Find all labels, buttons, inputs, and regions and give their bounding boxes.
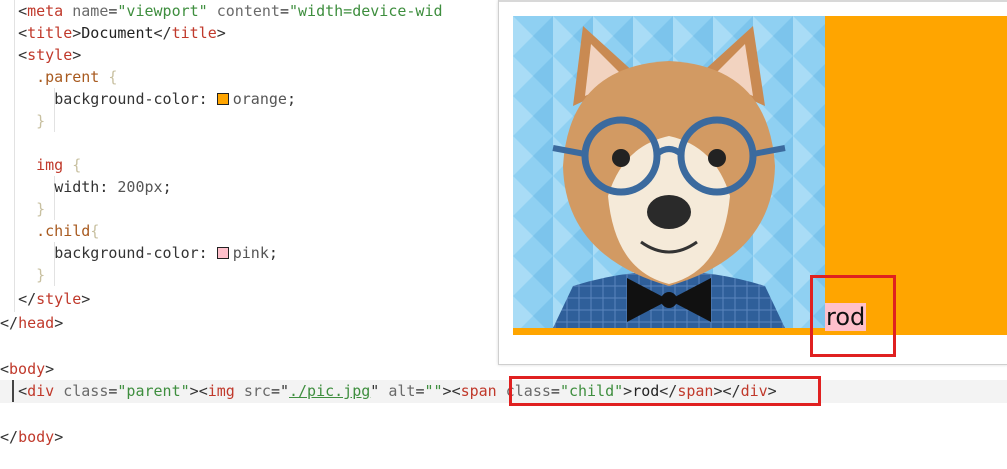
code-line-14[interactable]: </style> — [0, 288, 90, 310]
code-highlight-box — [509, 376, 821, 406]
parent-div-orange: rod — [513, 16, 1007, 335]
code-line-9[interactable]: width: 200px; — [0, 176, 171, 198]
code-line-1[interactable]: <meta name="viewport" content="width=dev… — [0, 0, 442, 22]
shiba-dog-image — [513, 16, 825, 328]
browser-preview-panel: rod — [498, 0, 1007, 365]
code-line-12[interactable]: background-color: pink; — [0, 242, 278, 264]
pink-color-swatch[interactable] — [216, 247, 229, 259]
preview-top-border — [499, 0, 1007, 2]
code-line-17[interactable]: <body> — [0, 358, 54, 380]
orange-color-swatch[interactable] — [216, 93, 229, 105]
code-line-4[interactable]: .parent { — [0, 66, 117, 88]
code-line-10[interactable]: } — [0, 198, 45, 220]
code-line-20[interactable]: </body> — [0, 426, 63, 448]
code-line-13[interactable]: } — [0, 264, 45, 286]
code-line-3[interactable]: <style> — [0, 44, 81, 66]
code-line-6[interactable]: } — [0, 110, 45, 132]
code-line-11[interactable]: .child{ — [0, 220, 99, 242]
preview-highlight-box — [810, 275, 896, 357]
code-line-2[interactable]: <title>Document</title> — [0, 22, 226, 44]
image-src-link[interactable]: ./pic.jpg — [289, 382, 370, 400]
code-line-15[interactable]: </head> — [0, 312, 63, 334]
text-cursor — [12, 380, 14, 402]
code-line-8[interactable]: img { — [0, 154, 81, 176]
code-line-5[interactable]: background-color: orange; — [0, 88, 296, 110]
